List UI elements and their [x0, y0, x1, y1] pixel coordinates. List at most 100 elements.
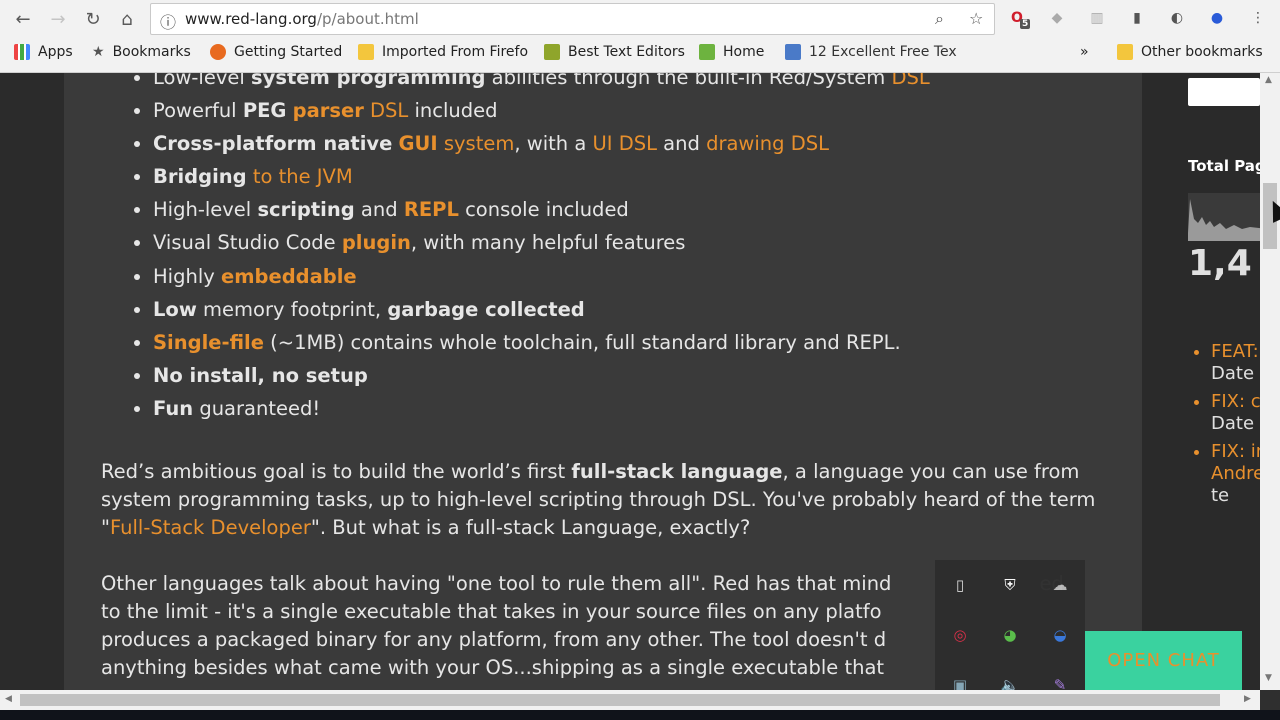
horizontal-scroll-thumb[interactable]	[20, 694, 1220, 706]
browser-chrome: ← → ↻ ⌂ ⓘ www.red-lang.org/p/about.html …	[0, 0, 1280, 73]
news-item[interactable]: FIX: consu argu `poinDate	[1211, 391, 1260, 435]
globe-tray-icon[interactable]: ◒	[1048, 623, 1072, 647]
star-filled-icon: ★	[92, 44, 105, 60]
link-repl[interactable]: REPL	[404, 198, 459, 221]
link-plugin[interactable]: plugin	[342, 231, 411, 254]
link-system[interactable]: system	[444, 132, 515, 155]
bookmark-12-excellent[interactable]: 12 Excellent Free Tex	[785, 44, 957, 60]
bookmark-apps[interactable]: Apps	[14, 44, 73, 60]
bookmark-getting-started[interactable]: Getting Started	[210, 44, 342, 60]
bookmark-label: Home	[723, 44, 765, 60]
total-pageviews-label: Total Pag	[1188, 157, 1260, 175]
home-icon[interactable]: ⌂	[114, 6, 140, 32]
text: and	[656, 132, 707, 156]
link-parser[interactable]: parser	[293, 99, 364, 122]
vertical-scrollbar[interactable]: ▲ ▼	[1260, 73, 1280, 690]
list-item: Low memory footprint, garbage collected	[153, 293, 930, 326]
scroll-down-arrow-icon[interactable]: ▼	[1265, 673, 1272, 683]
menu-kebab-icon[interactable]: ⋮	[1247, 7, 1269, 29]
link-jvm[interactable]: to the JVM	[253, 165, 353, 188]
horizontal-scrollbar[interactable]: ◀ ▶	[0, 690, 1260, 710]
link-full-stack-developer[interactable]: Full-Stack Developer	[110, 516, 311, 539]
link-single-file[interactable]: Single-file	[153, 331, 264, 354]
link-ui-dsl[interactable]: UI DSL	[592, 132, 656, 155]
news-title[interactable]: FIX: consu argu `poin	[1211, 391, 1260, 412]
scroll-left-arrow-icon[interactable]: ◀	[5, 694, 12, 704]
link-dsl[interactable]: DSL	[370, 99, 408, 122]
apps-grid-icon	[14, 44, 30, 60]
bookmark-bookmarks[interactable]: ★ Bookmarks	[92, 44, 191, 60]
zoom-icon[interactable]: ⌕	[935, 9, 944, 29]
bar-chart-icon	[544, 44, 560, 60]
text: Other languages talk about having "one t…	[101, 572, 892, 595]
bookmark-label: Bookmarks	[112, 44, 191, 60]
usb-icon[interactable]: ▯	[948, 573, 972, 597]
news-title[interactable]: FEAT: array mix d	[1211, 341, 1260, 362]
text: Visual Studio Code	[153, 231, 342, 255]
text: memory footprint,	[196, 297, 388, 321]
bookmark-best-text-editors[interactable]: Best Text Editors	[544, 44, 685, 60]
text: High-level	[153, 198, 258, 222]
text: console included	[458, 198, 629, 222]
scroll-up-arrow-icon[interactable]: ▲	[1265, 75, 1272, 85]
extension-globe-icon[interactable]: ◐	[1166, 7, 1188, 29]
extension-cube-icon[interactable]: ◆	[1046, 7, 1068, 29]
firefox-icon	[210, 44, 226, 60]
scroll-right-arrow-icon[interactable]: ▶	[1244, 694, 1251, 704]
bookmark-label: Best Text Editors	[568, 44, 685, 60]
home-site-icon	[699, 44, 715, 60]
opera-extension-icon[interactable]: O5	[1006, 7, 1031, 29]
folder-icon	[358, 44, 374, 60]
bookmark-label: Imported From Firefo	[382, 44, 529, 60]
link-dsl[interactable]: DSL	[891, 73, 929, 89]
opera-tray-icon[interactable]: ◎	[948, 623, 972, 647]
text-bold: Cross-platform native	[153, 132, 393, 156]
url-path: /p/about.html	[316, 10, 419, 28]
link-drawing-dsl[interactable]: drawing DSL	[706, 132, 829, 155]
reload-icon[interactable]: ↻	[80, 6, 106, 32]
news-date: te	[1211, 485, 1230, 506]
extension-grid-icon[interactable]: ▥	[1086, 7, 1108, 29]
open-chat-button[interactable]: OPEN CHAT	[1085, 631, 1242, 690]
text: (~1MB) contains whole toolchain, full st…	[263, 330, 901, 354]
back-icon[interactable]: ←	[10, 6, 36, 32]
url-text[interactable]: www.red-lang.org/p/about.html	[185, 10, 419, 28]
list-item: Cross-platform native GUI system, with a…	[153, 127, 930, 160]
bookmark-home[interactable]: Home	[699, 44, 764, 60]
link-embeddable[interactable]: embeddable	[221, 265, 357, 288]
extension-columns-icon[interactable]: ▮	[1126, 7, 1148, 29]
news-date: Date	[1211, 413, 1255, 434]
address-bar[interactable]: ⓘ www.red-lang.org/p/about.html ⌕ ☆	[150, 3, 995, 35]
news-item[interactable]: FIX: in str excep Andrete	[1211, 441, 1260, 507]
bookmark-label: Getting Started	[234, 44, 343, 60]
list-item: High-level scripting and REPL console in…	[153, 193, 930, 226]
star-icon[interactable]: ☆	[969, 9, 983, 28]
info-icon[interactable]: ⓘ	[160, 9, 176, 33]
bookmark-label: Other bookmarks	[1141, 44, 1263, 60]
text: , with a	[514, 132, 593, 156]
sidebar: Total Pag 1,4 FEAT: array mix dDate FIX:…	[1142, 73, 1260, 690]
extension-badge: 5	[1020, 19, 1031, 29]
text-bold: full-stack language	[571, 460, 783, 483]
list-item: No install, no setup	[153, 359, 930, 392]
sidebar-search-input[interactable]	[1188, 78, 1260, 106]
bookmark-imported[interactable]: Imported From Firefo	[358, 44, 528, 60]
color-wheel-icon[interactable]: ◕	[998, 623, 1022, 647]
text: ". But what is a full-stack Language, ex…	[310, 516, 751, 539]
extension-avatar-icon[interactable]: ●	[1206, 7, 1228, 29]
text: , with many helpful features	[410, 231, 686, 255]
text-bold: Fun	[153, 396, 194, 420]
list-item: Powerful PEG parser DSL included	[153, 94, 930, 127]
text: Red’s ambitious goal is to build the wor…	[101, 460, 572, 483]
news-item[interactable]: FEAT: array mix dDate	[1211, 341, 1260, 385]
news-title[interactable]: FIX: in str excep Andre	[1211, 441, 1260, 484]
bookmark-other[interactable]: Other bookmarks	[1117, 44, 1263, 60]
text: Powerful	[153, 99, 243, 123]
shield-icon[interactable]: ⛨	[998, 573, 1022, 597]
forward-icon[interactable]: →	[45, 6, 71, 32]
bookmarks-overflow-chevron[interactable]: »	[1080, 44, 1089, 60]
link-gui[interactable]: GUI	[399, 132, 438, 155]
cloud-icon[interactable]: ☁	[1048, 573, 1072, 597]
text: Highly	[153, 264, 221, 288]
overflow-label: »	[1080, 44, 1089, 60]
